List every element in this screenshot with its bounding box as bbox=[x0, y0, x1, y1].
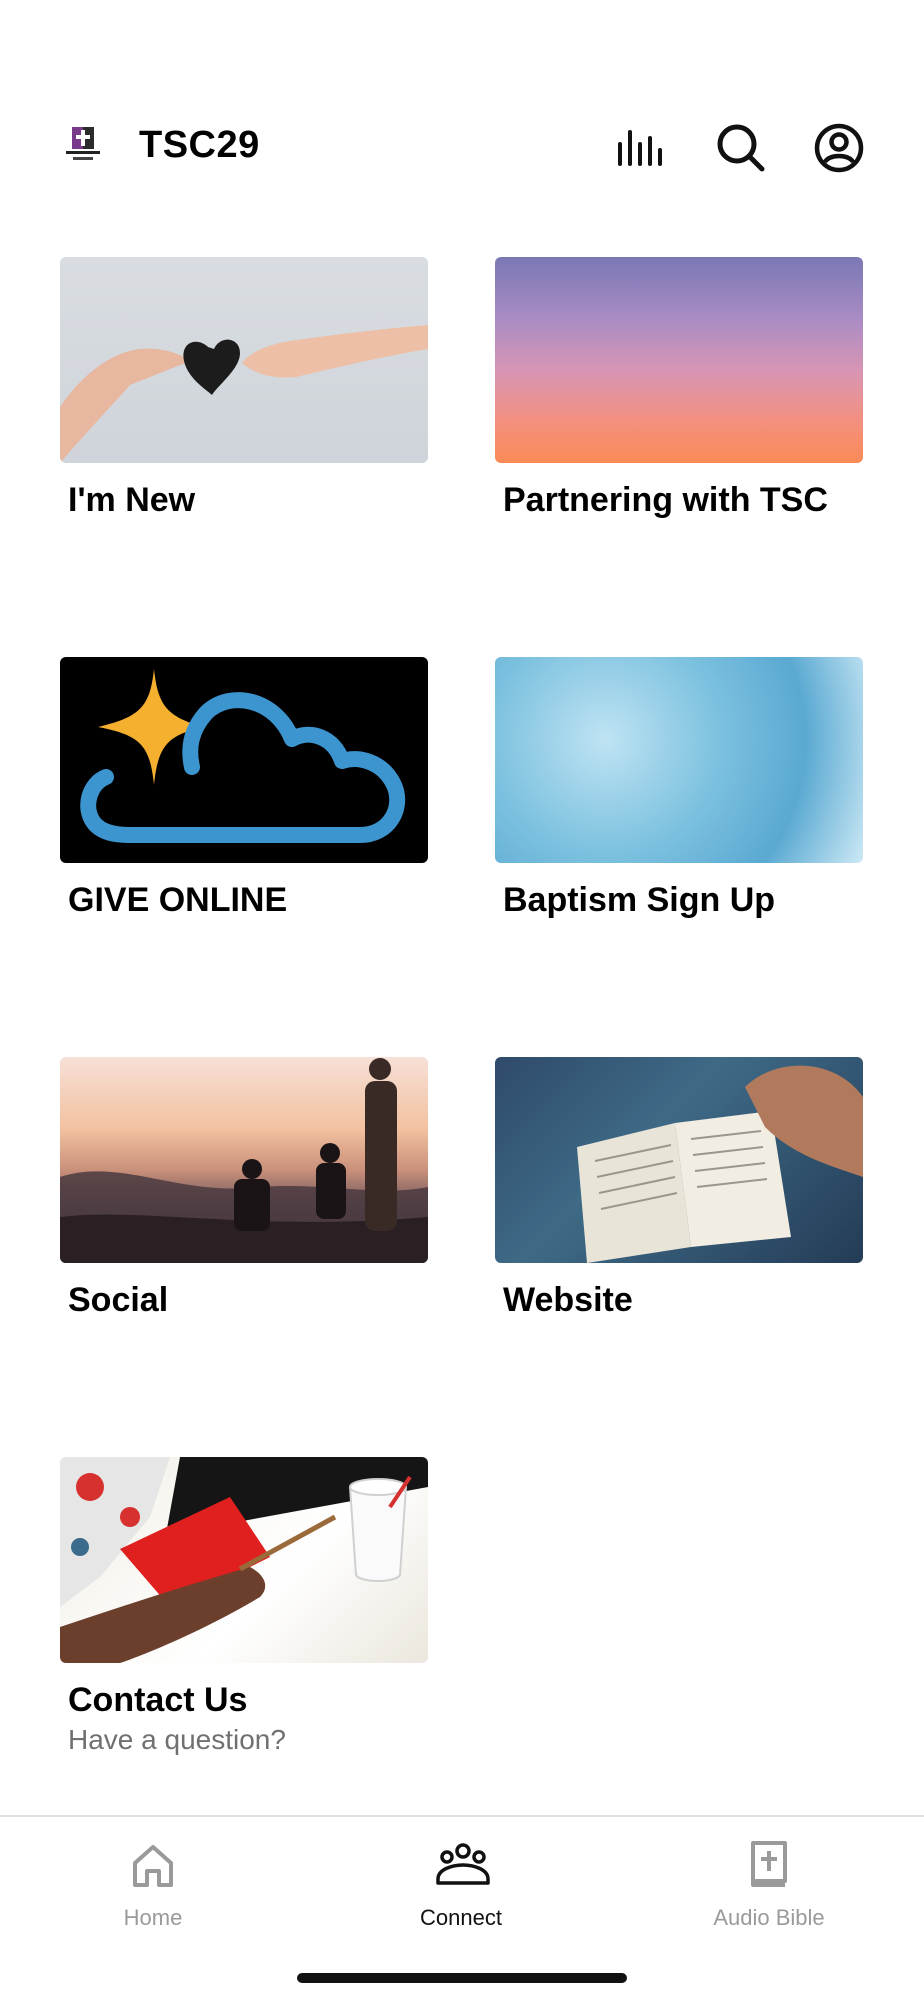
card-contact-us[interactable]: Contact Us Have a question? bbox=[60, 1457, 428, 1756]
card-title: GIVE ONLINE bbox=[68, 881, 288, 919]
tab-label: Audio Bible bbox=[713, 1905, 825, 1930]
tab-audio-bible[interactable]: Audio Bible bbox=[669, 1831, 869, 1931]
card-title: Baptism Sign Up bbox=[503, 881, 776, 919]
card-website[interactable]: Website bbox=[495, 1057, 863, 1320]
people-icon bbox=[435, 1839, 490, 1891]
social-image bbox=[60, 1057, 428, 1263]
give-online-image bbox=[60, 657, 428, 863]
contact-image bbox=[60, 1457, 428, 1663]
card-subtitle: Have a question? bbox=[68, 1724, 286, 1755]
app-title: TSC29 bbox=[139, 124, 260, 166]
home-indicator[interactable] bbox=[297, 1973, 627, 1983]
card-title: Website bbox=[503, 1281, 633, 1319]
card-social[interactable]: Social bbox=[60, 1057, 428, 1320]
card-baptism-sign-up[interactable]: Baptism Sign Up bbox=[495, 657, 863, 920]
sunset-sky-image bbox=[495, 257, 863, 463]
card-give-online[interactable]: GIVE ONLINE bbox=[60, 657, 428, 920]
tab-label: Home bbox=[123, 1905, 183, 1930]
card-title: I'm New bbox=[68, 481, 196, 519]
im-new-image bbox=[60, 257, 428, 463]
card-partnering-with-tsc[interactable]: Partnering with TSC bbox=[495, 257, 863, 520]
card-im-new[interactable]: I'm New bbox=[60, 257, 428, 520]
home-icon bbox=[127, 1839, 179, 1891]
audio-bars-icon[interactable] bbox=[617, 122, 669, 174]
search-icon[interactable] bbox=[715, 122, 767, 174]
church-logo bbox=[66, 125, 100, 167]
card-title: Contact Us bbox=[68, 1681, 248, 1719]
bible-icon bbox=[743, 1839, 795, 1891]
tab-home[interactable]: Home bbox=[53, 1831, 253, 1931]
water-image bbox=[495, 657, 863, 863]
card-title: Partnering with TSC bbox=[503, 481, 828, 519]
card-title: Social bbox=[68, 1281, 169, 1319]
tab-connect[interactable]: Connect bbox=[361, 1831, 561, 1931]
tab-label: Connect bbox=[420, 1905, 502, 1930]
account-icon[interactable] bbox=[813, 122, 865, 174]
app-header: TSC29 bbox=[0, 100, 924, 196]
bible-reading-image bbox=[495, 1057, 863, 1263]
